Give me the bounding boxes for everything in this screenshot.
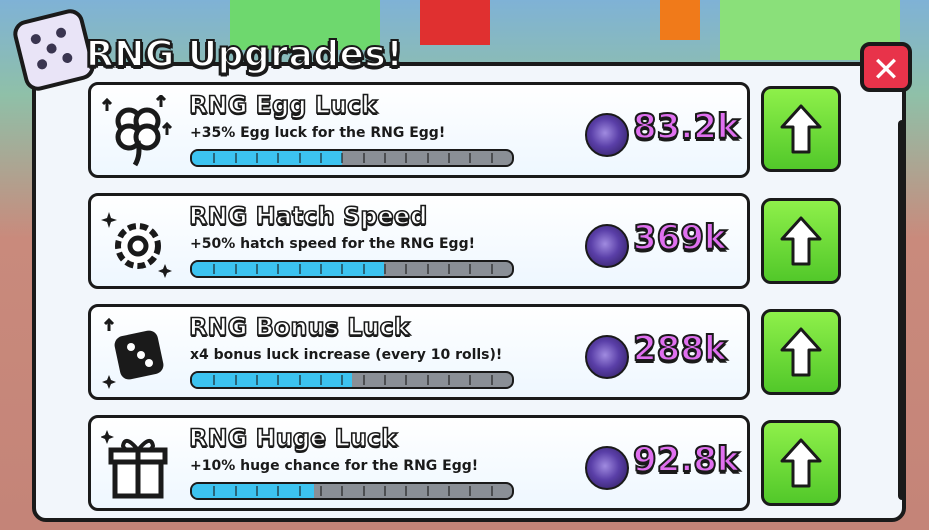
upgrade-row: RNG Hatch Speed +50% hatch speed for the… [88,193,750,289]
progress-segment-divider [384,153,386,163]
currency-orb-icon [585,224,629,268]
upgrade-name: RNG Hatch Speed [188,201,428,231]
progress-segment-divider [277,486,280,496]
upgrade-price: 288k [632,328,728,370]
progress-segment-divider [277,264,280,274]
currency-orb-icon [585,335,629,379]
progress-segment-divider [277,375,280,385]
progress-segment-divider [426,264,429,274]
progress-segment-divider [362,153,365,163]
progress-segment-divider [320,486,322,496]
progress-segment-divider [362,486,365,496]
progress-segment-divider [298,375,301,385]
upgrade-price: 83.2k [632,106,740,148]
progress-segment-divider [234,264,237,274]
progress-segment-divider [213,264,216,274]
progress-segment-divider [448,153,450,163]
progress-segment-divider [448,264,450,274]
progress-segment-divider [490,375,493,385]
clover-icon [101,95,173,167]
progress-segment-divider [490,264,493,274]
progress-segment-divider [277,153,280,163]
currency-orb-icon [585,113,629,157]
progress-segment-divider [469,375,472,385]
progress-segment-divider [426,375,429,385]
progress-segment-divider [320,153,322,163]
progress-segment-divider [234,486,237,496]
progress-segment-divider [341,264,344,274]
upgrade-row: RNG Egg Luck +35% Egg luck for the RNG E… [88,82,750,178]
progress-segment-divider [256,264,258,274]
upgrade-name: RNG Bonus Luck [188,312,410,342]
upgrade-name: RNG Huge Luck [188,423,398,453]
progress-segment-divider [426,486,429,496]
upgrade-progress-bar [190,149,514,167]
progress-segment-divider [213,375,216,385]
progress-segment-divider [256,486,258,496]
progress-segment-divider [405,153,408,163]
upgrade-progress-bar [190,371,514,389]
progress-segment-divider [469,153,472,163]
upgrade-button[interactable] [761,198,841,284]
upgrade-description: +35% Egg luck for the RNG Egg! [190,125,446,141]
progress-segment-divider [298,264,301,274]
upgrade-name: RNG Egg Luck [188,90,378,120]
progress-segment-divider [448,375,450,385]
upgrade-row: RNG Bonus Luck x4 bonus luck increase (e… [88,304,750,400]
progress-segment-divider [298,153,301,163]
gift-icon [101,430,168,499]
progress-segment-divider [234,375,237,385]
progress-segment-divider [490,153,493,163]
upgrade-row: RNG Huge Luck +10% huge chance for the R… [88,415,750,511]
progress-segment-divider [362,264,365,274]
progress-segment-divider [341,486,344,496]
scrollbar[interactable] [898,120,906,500]
progress-segment-divider [213,486,216,496]
gear-icon [101,212,172,278]
progress-segment-divider [341,375,344,385]
dice-icon [102,317,164,389]
arrow-up-icon [780,216,822,266]
upgrade-description: x4 bonus luck increase (every 10 rolls)! [190,347,503,363]
progress-segment-divider [384,486,386,496]
upgrade-button[interactable] [761,420,841,506]
upgrade-button[interactable] [761,309,841,395]
progress-segment-divider [426,153,429,163]
progress-segment-divider [256,153,258,163]
upgrade-price: 369k [632,217,728,259]
progress-segment-divider [256,375,258,385]
close-button[interactable]: ✕ [860,42,912,92]
progress-segment-divider [469,264,472,274]
background-block-red [420,0,490,45]
progress-segment-divider [405,486,408,496]
upgrade-progress-bar [190,260,514,278]
progress-segment-divider [384,375,386,385]
progress-segment-divider [298,486,301,496]
window-title: RNG Upgrades! [85,33,404,76]
progress-segment-divider [341,153,344,163]
progress-segment-divider [362,375,365,385]
progress-segment-divider [490,486,493,496]
progress-segment-divider [405,375,408,385]
progress-segment-divider [213,153,216,163]
currency-orb-icon [585,446,629,490]
arrow-up-icon [780,438,822,488]
background-block-orange [660,0,700,40]
progress-segment-divider [320,375,322,385]
progress-segment-divider [469,486,472,496]
progress-segment-divider [448,486,450,496]
progress-segment-divider [320,264,322,274]
upgrade-price: 92.8k [632,439,740,481]
upgrade-description: +10% huge chance for the RNG Egg! [190,458,479,474]
upgrade-progress-bar [190,482,514,500]
progress-segment-divider [234,153,237,163]
upgrade-description: +50% hatch speed for the RNG Egg! [190,236,475,252]
arrow-up-icon [780,327,822,377]
progress-segment-divider [384,264,386,274]
progress-segment-divider [405,264,408,274]
upgrade-button[interactable] [761,86,841,172]
arrow-up-icon [780,104,822,154]
